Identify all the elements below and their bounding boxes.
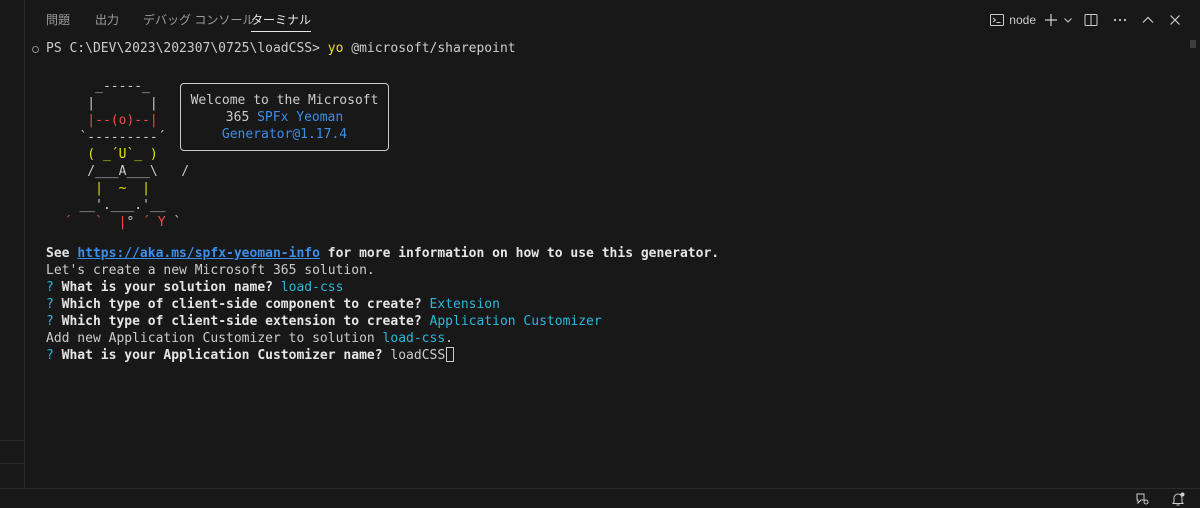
prompt-line: PS C:\DEV\2023\202307\0725\loadCSS> yo @… — [46, 40, 516, 57]
panel-tab-bar: 問題 出力 デバッグ コンソール ターミナル node — [26, 0, 1200, 38]
info-line: See https://aka.ms/spfx-yeoman-info for … — [46, 246, 720, 261]
close-icon — [1167, 12, 1183, 28]
add-line: Add new Application Customizer to soluti… — [46, 331, 453, 346]
close-panel-button[interactable] — [1162, 9, 1188, 31]
maximize-panel-button[interactable] — [1134, 9, 1162, 31]
welcome-line-1: Welcome to the Microsoft — [190, 93, 379, 108]
status-bar — [0, 488, 1200, 508]
welcome-line-2b: SPFx Yeoman — [257, 110, 344, 125]
maximize-icon — [1140, 12, 1156, 28]
text-cursor — [446, 347, 455, 362]
divider — [0, 440, 24, 441]
command-args: @microsoft/sharepoint — [343, 41, 516, 56]
answer-component-type: Extension — [429, 297, 500, 312]
terminal-scrollbar[interactable] — [1186, 38, 1200, 486]
accounts-feedback-icon[interactable] — [1134, 491, 1150, 508]
terminal-icon — [989, 12, 1005, 28]
terminal-name: node — [1009, 13, 1036, 27]
scrollbar-thumb[interactable] — [1190, 40, 1196, 48]
question-customizer-name: ? What is your Application Customizer na… — [46, 347, 455, 364]
left-panel-strip — [0, 0, 25, 488]
new-terminal-button[interactable] — [1042, 9, 1060, 31]
prompt-text: PS C:\DEV\2023\202307\0725\loadCSS> — [46, 41, 328, 56]
welcome-line-2a: 365 — [225, 110, 258, 125]
answer-solution-name: load-css — [280, 280, 344, 295]
divider — [0, 463, 24, 464]
tab-problems[interactable]: 問題 — [46, 12, 70, 32]
command-decoration-icon[interactable] — [32, 46, 39, 53]
panel-actions: node — [989, 9, 1188, 31]
answer-extension-type: Application Customizer — [429, 314, 602, 329]
chevron-down-icon — [1062, 14, 1074, 26]
split-icon — [1083, 12, 1099, 28]
yeoman-ascii-art: _-----_ | | |--(o)--| `---------´ ( _´U`… — [56, 79, 190, 230]
split-terminal-button[interactable] — [1076, 9, 1106, 31]
tab-terminal[interactable]: ターミナル — [251, 12, 312, 32]
terminal-profile-button[interactable]: node — [989, 9, 1042, 31]
create-line: Let's create a new Microsoft 365 solutio… — [46, 263, 375, 278]
terminal-output[interactable]: PS C:\DEV\2023\202307\0725\loadCSS> yo @… — [26, 38, 1186, 486]
bell-icon[interactable] — [1170, 491, 1186, 508]
more-icon — [1112, 12, 1128, 28]
tab-output[interactable]: 出力 — [95, 12, 119, 32]
info-link[interactable]: https://aka.ms/spfx-yeoman-info — [77, 246, 320, 261]
question-component-type: ? Which type of client-side component to… — [46, 297, 500, 312]
more-actions-button[interactable] — [1106, 9, 1134, 31]
question-solution-name: ? What is your solution name? load-css — [46, 280, 344, 295]
plus-icon — [1043, 12, 1059, 28]
launch-profile-dropdown[interactable] — [1060, 9, 1076, 31]
input-customizer-name[interactable]: loadCSS — [390, 348, 445, 363]
status-bar-icons — [1134, 491, 1186, 508]
welcome-box: Welcome to the Microsoft 365 SPFx Yeoman… — [180, 83, 389, 151]
question-extension-type: ? Which type of client-side extension to… — [46, 314, 602, 329]
welcome-line-3: Generator@1.17.4 — [221, 127, 348, 142]
command-name: yo — [327, 41, 344, 56]
tab-debug-console[interactable]: デバッグ コンソール — [143, 12, 254, 32]
